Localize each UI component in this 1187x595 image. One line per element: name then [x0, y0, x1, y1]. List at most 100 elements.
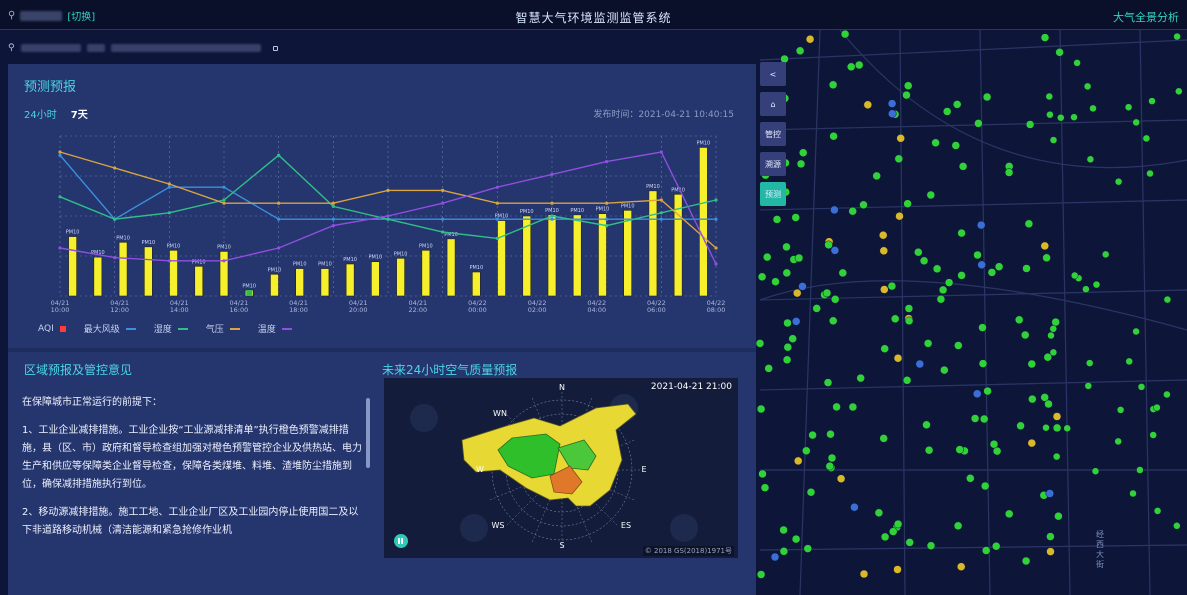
play-pause-icon[interactable]: [394, 534, 408, 548]
legend-item[interactable]: 最大风级: [84, 322, 136, 335]
map-station-marker: [1153, 507, 1162, 515]
map-station-marker: [887, 99, 897, 108]
chart-series-point: [386, 188, 390, 192]
map-station-marker: [879, 434, 888, 443]
map-station-marker: [923, 339, 933, 348]
trace-button[interactable]: 溯源: [760, 152, 786, 176]
chart-series-point: [441, 201, 445, 205]
address-redacted-3: [110, 44, 261, 52]
map-road: [759, 280, 1187, 331]
map-station-marker: [1132, 118, 1140, 127]
map-station-marker: [788, 334, 797, 343]
map-station-marker: [823, 378, 833, 387]
panorama-analysis-link[interactable]: 大气全景分析: [1113, 9, 1179, 25]
chart-x-tick-label: 14:00: [170, 306, 189, 314]
map-station-marker: [936, 294, 946, 304]
chart-aqi-marker: [246, 290, 253, 296]
period-tabs: 24小时 7天: [24, 106, 88, 121]
legend-item[interactable]: AQI: [38, 324, 66, 334]
advice-scrollbar[interactable]: [366, 398, 370, 468]
chart-bar-label: PM10: [167, 243, 181, 249]
home-button[interactable]: ⌂: [760, 92, 786, 116]
chart-series-point: [441, 188, 445, 192]
chart-series-point: [605, 217, 609, 221]
chart-bar-label: PM10: [369, 255, 383, 261]
map-station-marker: [1084, 382, 1093, 390]
map-station-marker: [848, 402, 858, 412]
collapse-button[interactable]: <: [760, 62, 786, 86]
chart-bar-label: PM10: [671, 187, 685, 193]
map-station-marker: [1046, 532, 1055, 541]
map-station-marker: [1052, 412, 1062, 421]
map-station-marker: [805, 34, 815, 44]
tab-7d[interactable]: 7天: [71, 106, 88, 121]
map-station-marker: [1024, 219, 1034, 229]
map-station-marker: [859, 569, 869, 579]
chart-series-point: [659, 198, 663, 202]
map-station-marker: [874, 508, 884, 518]
map-station-marker: [895, 211, 904, 221]
chart-bar-label: PM10: [217, 244, 231, 250]
map-station-marker: [1045, 489, 1055, 498]
chart-bar-label: PM10: [318, 262, 332, 268]
map-station-marker: [978, 323, 987, 332]
legend-swatch: [59, 325, 66, 332]
chart-series-point: [277, 246, 281, 250]
chart-series-point: [550, 214, 554, 218]
map-station-marker: [1025, 120, 1035, 129]
forecast-timestamp: 2021-04-21 21:00: [650, 382, 732, 392]
map-station-marker: [890, 314, 900, 324]
map-station-marker: [1092, 280, 1101, 289]
map-station-marker: [757, 272, 767, 282]
map-station-marker: [1070, 113, 1078, 121]
chart-bar-label: PM10: [242, 283, 256, 289]
map-station-marker: [802, 446, 811, 456]
map-station-marker: [1027, 438, 1037, 448]
chart-bar-label: PM10: [343, 257, 357, 263]
map-station-marker: [829, 131, 838, 141]
control-button[interactable]: 管控: [760, 122, 786, 146]
forecast-compass-label: WS: [492, 521, 505, 530]
map-station-marker: [779, 525, 788, 535]
chart-series-point: [167, 211, 171, 215]
forecast-map[interactable]: N WN W WS S ES E 2021-04-21 21:00 © 2018 GS(20…: [384, 378, 738, 558]
map-station-marker: [924, 445, 934, 455]
legend-item[interactable]: 温度: [258, 322, 292, 335]
map-station-marker: [830, 205, 839, 215]
map-station-marker: [1137, 383, 1146, 391]
chart-series-point: [222, 198, 226, 202]
chart-bar: [320, 268, 330, 297]
map-station-marker: [931, 138, 940, 148]
chart-series-point: [113, 217, 117, 221]
legend-swatch: [125, 327, 136, 330]
legend-swatch: [281, 327, 292, 330]
chart-series-point: [331, 204, 335, 208]
map-station-marker: [1136, 466, 1144, 474]
chart-series-point: [331, 201, 335, 205]
forecast-button[interactable]: 预测: [760, 182, 786, 206]
chart-bar: [93, 256, 103, 297]
map-station-marker: [1089, 104, 1097, 113]
map-station-marker: [782, 242, 791, 252]
legend-item[interactable]: 湿度: [154, 322, 188, 335]
chart-series-point: [714, 262, 718, 266]
map-station-marker: [830, 246, 840, 255]
forecast-glow: [460, 514, 488, 542]
chart-bar-label: PM10: [596, 207, 610, 213]
chart-series-point: [495, 236, 499, 240]
tab-24h[interactable]: 24小时: [24, 106, 57, 121]
chart-series-point: [58, 153, 62, 157]
chart-x-tick-label: 20:00: [349, 306, 368, 314]
legend-item[interactable]: 气压: [206, 322, 240, 335]
chart-series-point: [659, 217, 663, 221]
advice-text: 在保障城市正常运行的前提下： 1、工业企业减排措施。工业企业按“工业源减排清单”…: [22, 394, 362, 589]
chart-bar: [144, 246, 153, 297]
chart-bar-label: PM10: [419, 243, 433, 249]
map-station-marker: [806, 487, 816, 497]
chart-series-point: [331, 217, 335, 221]
address-redacted: [20, 44, 81, 52]
legend-label: 湿度: [153, 325, 172, 335]
chart-bar-label: PM10: [570, 208, 584, 214]
map-station-marker: [1045, 92, 1054, 101]
map-station-marker: [770, 552, 780, 562]
